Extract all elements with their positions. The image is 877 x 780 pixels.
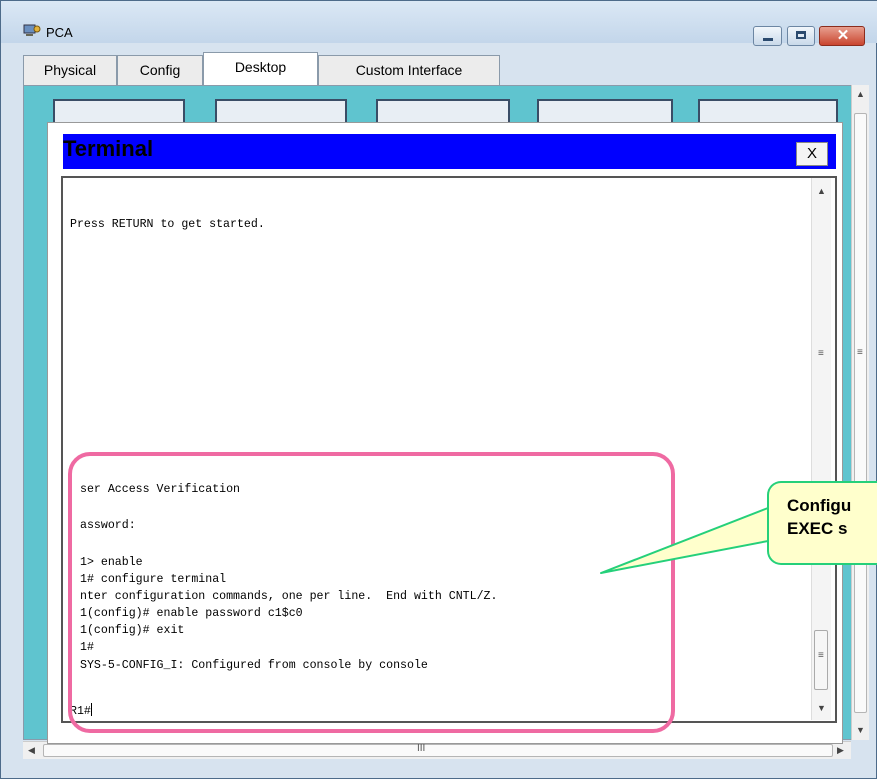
callout-text: Configu EXEC s	[787, 494, 851, 540]
minimize-icon	[763, 38, 773, 41]
scroll-thumb[interactable]	[43, 744, 833, 757]
window-title: PCA	[46, 25, 73, 40]
terminal-scrollbar[interactable]: ▲ ≡ ≡ ▼	[811, 178, 831, 720]
pc-app-icon	[23, 24, 41, 36]
grip-icon: III	[417, 743, 426, 754]
tab-physical[interactable]: Physical	[23, 55, 117, 85]
terminal-title-bar	[63, 134, 836, 169]
highlight-box	[68, 452, 675, 733]
terminal-line: Press RETURN to get started.	[70, 218, 265, 231]
scroll-right-icon[interactable]: ▶	[837, 745, 844, 756]
maximize-button[interactable]	[787, 26, 815, 46]
scroll-up-icon[interactable]: ▲	[817, 186, 826, 196]
grip-icon: ≡	[857, 347, 863, 358]
terminal-close-button[interactable]: X	[796, 142, 828, 166]
desktop-vertical-scrollbar[interactable]: ▲ ≡ ▼	[851, 85, 869, 740]
pca-window: PCA ✕ Physical Config Desktop Custom Int…	[0, 0, 877, 779]
callout-line-1: Configu	[787, 496, 852, 515]
minimize-button[interactable]	[753, 26, 782, 46]
callout-line-2: EXEC s	[787, 519, 848, 538]
scroll-left-icon[interactable]: ◀	[28, 745, 35, 756]
scroll-down-icon[interactable]: ▼	[817, 703, 826, 713]
tab-desktop[interactable]: Desktop	[203, 52, 318, 85]
tab-config[interactable]: Config	[117, 55, 203, 85]
grip-icon: ≡	[818, 650, 824, 661]
close-icon: ✕	[836, 27, 850, 44]
scroll-down-icon[interactable]: ▼	[856, 725, 865, 735]
scroll-up-icon[interactable]: ▲	[856, 89, 865, 99]
grip-icon: ≡	[818, 348, 824, 359]
close-button[interactable]: ✕	[819, 26, 865, 46]
terminal-title: Terminal	[63, 136, 154, 161]
title-bar: PCA ✕	[1, 1, 877, 46]
scroll-thumb[interactable]	[854, 113, 867, 713]
maximize-icon	[796, 31, 806, 39]
tab-custom-interface[interactable]: Custom Interface	[318, 55, 500, 85]
